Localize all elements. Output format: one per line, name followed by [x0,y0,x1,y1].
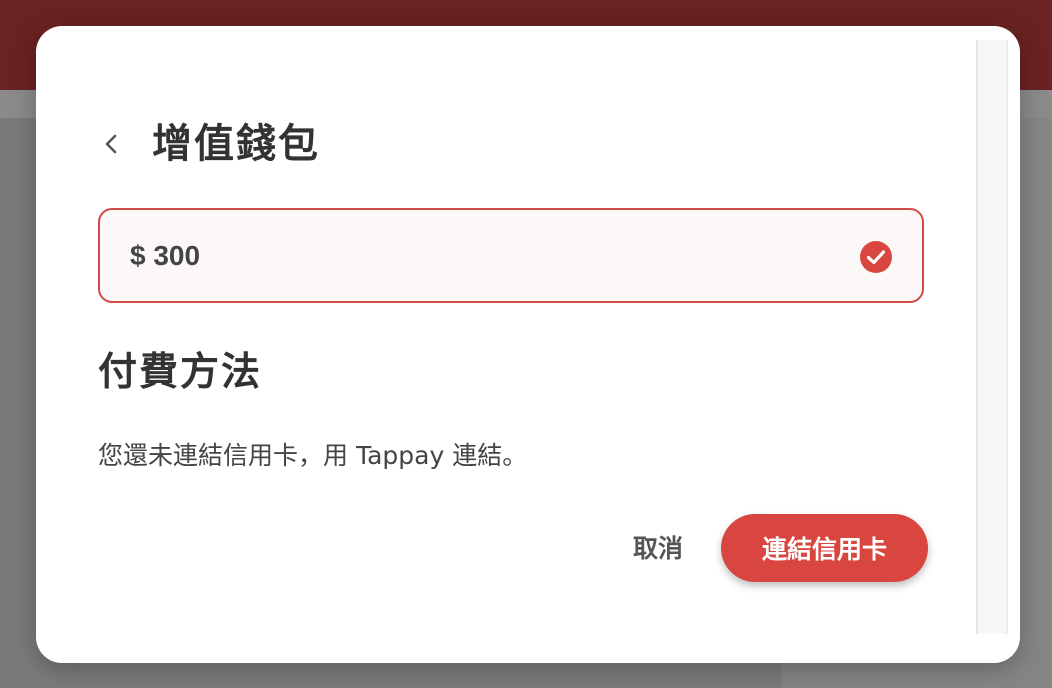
dialog-title: 增值錢包 [152,120,320,167]
chevron-left-icon [105,134,117,154]
cancel-button[interactable]: 取消 [614,522,702,572]
payment-info-text: 您還未連結信用卡，用 Tappay 連結。 [98,441,528,470]
amount-field[interactable]: $ 300 [98,208,924,303]
check-circle-icon [860,241,892,273]
payment-method-title: 付費方法 [98,349,263,395]
link-credit-card-button[interactable]: 連結信用卡 [721,514,928,582]
top-up-wallet-dialog: 增值錢包 $ 300 付費方法 您還未連結信用卡，用 Tappay 連結。 取消… [36,26,1020,663]
scrollbar-track[interactable] [976,40,1008,634]
amount-value[interactable]: $ 300 [130,236,200,276]
back-button[interactable] [94,122,130,166]
